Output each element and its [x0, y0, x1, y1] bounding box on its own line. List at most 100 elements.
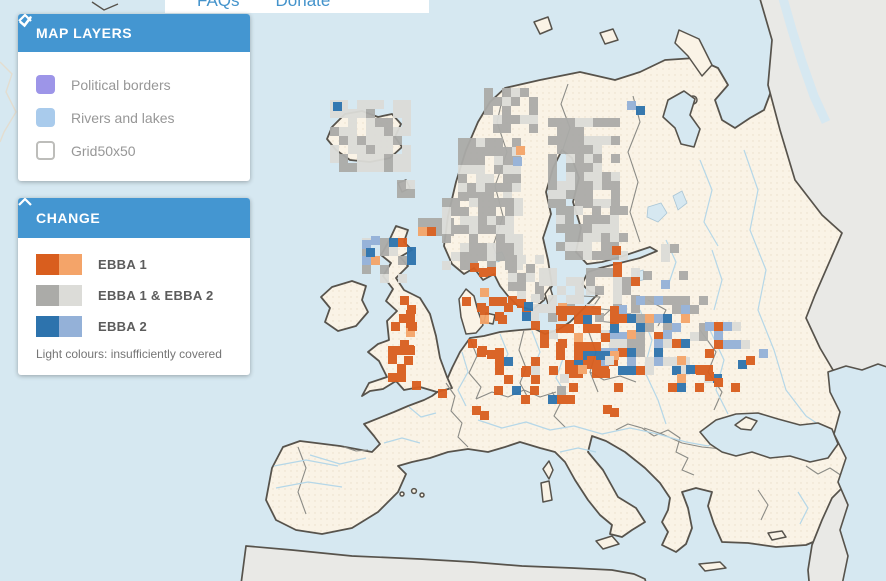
atlas-cell	[645, 296, 654, 305]
atlas-cell	[611, 118, 620, 127]
atlas-cell	[480, 315, 489, 324]
atlas-cell	[584, 145, 593, 154]
atlas-cell	[612, 246, 621, 255]
atlas-cell	[484, 97, 493, 106]
atlas-cell	[627, 330, 636, 339]
atlas-cell	[348, 118, 357, 127]
atlas-cell	[371, 236, 380, 245]
atlas-cell	[529, 115, 538, 124]
atlas-cell	[631, 268, 640, 277]
atlas-cell	[498, 315, 507, 324]
atlas-cell	[487, 207, 496, 216]
atlas-cell	[512, 174, 521, 183]
atlas-cell	[604, 268, 613, 277]
atlas-cell	[566, 277, 575, 286]
atlas-cell	[548, 181, 557, 190]
atlas-cell	[759, 349, 768, 358]
atlas-cell	[460, 243, 469, 252]
atlas-cell	[556, 242, 565, 251]
nav-link-faqs[interactable]: FAQs	[197, 0, 240, 13]
atlas-cell	[663, 296, 672, 305]
atlas-cell	[583, 342, 592, 351]
atlas-cell	[566, 181, 575, 190]
atlas-cell	[408, 322, 417, 331]
atlas-cell	[469, 216, 478, 225]
atlas-cell	[672, 296, 681, 305]
atlas-cell	[380, 238, 389, 247]
atlas-cell	[611, 181, 620, 190]
atlas-cell	[593, 154, 602, 163]
atlas-cell	[427, 227, 436, 236]
atlas-cell	[574, 333, 583, 342]
atlas-cell	[366, 248, 375, 257]
atlas-cell	[631, 277, 640, 286]
atlas-cell	[566, 127, 575, 136]
atlas-cell	[672, 366, 681, 375]
atlas-cell	[384, 163, 393, 172]
atlas-cell	[636, 296, 645, 305]
atlas-cell	[584, 190, 593, 199]
atlas-cell	[467, 138, 476, 147]
political-borders-checkbox[interactable]	[36, 75, 55, 94]
atlas-cell	[371, 256, 380, 265]
atlas-cell	[508, 296, 517, 305]
atlas-cell	[618, 314, 627, 323]
atlas-cell	[645, 357, 654, 366]
atlas-cell	[494, 165, 503, 174]
atlas-cell	[478, 243, 487, 252]
nav-link-donate[interactable]: Donate	[276, 0, 331, 13]
atlas-cell	[584, 199, 593, 208]
atlas-cell	[690, 332, 699, 341]
atlas-cell	[592, 233, 601, 242]
atlas-cell	[496, 216, 505, 225]
legend-row-ebba2: EBBA 2	[36, 316, 232, 337]
map-layers-panel-header[interactable]: MAP LAYERS	[18, 14, 250, 52]
change-panel-header[interactable]: CHANGE	[18, 198, 250, 238]
atlas-cell	[418, 218, 427, 227]
atlas-cell	[418, 227, 427, 236]
grid50x50-checkbox[interactable]	[36, 141, 55, 160]
atlas-cell	[478, 252, 487, 261]
atlas-cell	[496, 225, 505, 234]
atlas-cell	[636, 323, 645, 332]
atlas-cell	[529, 124, 538, 133]
atlas-cell	[593, 181, 602, 190]
atlas-cell	[627, 357, 636, 366]
atlas-cell	[557, 386, 566, 395]
layer-row-grid50x50: Grid50x50	[36, 134, 232, 167]
atlas-cell	[605, 356, 614, 365]
atlas-cell	[478, 225, 487, 234]
atlas-cell	[695, 383, 704, 392]
atlas-cell	[467, 183, 476, 192]
atlas-cell	[574, 315, 583, 324]
atlas-cell	[548, 277, 557, 286]
atlas-cell	[508, 255, 517, 264]
atlas-cell	[696, 366, 705, 375]
atlas-cell	[460, 252, 469, 261]
atlas-cell	[631, 304, 640, 313]
atlas-cell	[470, 263, 479, 272]
atlas-cell	[566, 118, 575, 127]
atlas-cell	[574, 206, 583, 215]
atlas-cell	[472, 406, 481, 415]
atlas-cell	[407, 247, 416, 256]
atlas-cell	[613, 295, 622, 304]
atlas-cell	[548, 304, 557, 313]
atlas-cell	[388, 355, 397, 364]
atlas-cell	[502, 106, 511, 115]
atlas-cell	[705, 349, 714, 358]
legend-swatch-light	[59, 285, 82, 306]
atlas-cell	[514, 207, 523, 216]
atlas-cell	[679, 271, 688, 280]
balearic-island	[412, 489, 417, 494]
atlas-cell	[503, 183, 512, 192]
atlas-cell	[556, 324, 565, 333]
atlas-cell	[520, 88, 529, 97]
atlas-cell	[565, 224, 574, 233]
atlas-cell	[496, 252, 505, 261]
atlas-cell	[613, 277, 622, 286]
atlas-cell	[592, 215, 601, 224]
atlas-cell	[592, 342, 601, 351]
rivers-and-lakes-checkbox[interactable]	[36, 108, 55, 127]
chevron-up-icon[interactable]	[18, 198, 32, 206]
